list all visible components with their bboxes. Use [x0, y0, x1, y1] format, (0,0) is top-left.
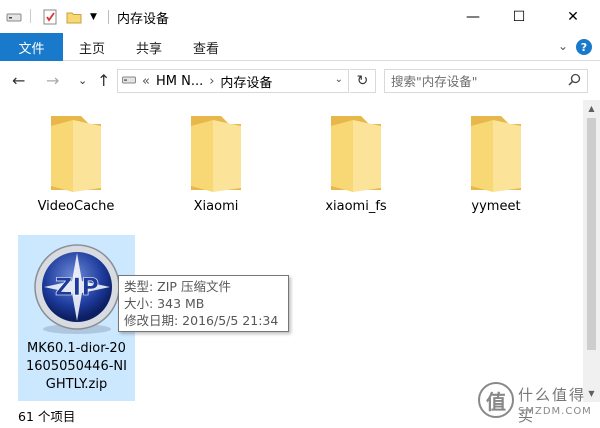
navigation-bar: ← → ⌄ ↑ « HM N... › 内存设备 ⌄ ↻ [0, 62, 600, 100]
tab-file[interactable]: 文件 [0, 33, 63, 61]
watermark-icon: 值 [478, 382, 514, 418]
tooltip-size: 大小: 343 MB [124, 296, 205, 311]
minimize-button[interactable]: — [450, 0, 496, 33]
folder-name: xiaomi_fs [325, 199, 387, 214]
tooltip-type: 类型: ZIP 压缩文件 [124, 279, 231, 294]
breadcrumb-item-device[interactable]: HM N... [156, 74, 203, 89]
close-button[interactable]: ✕ [550, 0, 596, 33]
refresh-button[interactable]: ↻ [350, 69, 376, 93]
zip-icon-label: ZIP [55, 273, 99, 301]
forward-button[interactable]: → [46, 71, 59, 90]
search-input[interactable] [391, 73, 561, 89]
breadcrumb-separator[interactable]: › [209, 74, 214, 89]
address-dropdown-icon[interactable]: ⌄ [335, 74, 343, 85]
recent-locations-icon[interactable]: ⌄ [78, 74, 87, 87]
scroll-up-icon[interactable]: ▲ [583, 100, 600, 117]
search-icon[interactable] [568, 73, 581, 90]
folder-icon [181, 110, 251, 192]
folder-item[interactable]: VideoCache [26, 110, 126, 216]
breadcrumb: « HM N... › 内存设备 [118, 72, 272, 91]
window-title: 内存设备 [117, 12, 170, 27]
ribbon: 文件 主页 共享 查看 ⌄ ? [0, 33, 600, 61]
tab-home[interactable]: 主页 [79, 33, 105, 61]
folder-icon [321, 110, 391, 192]
watermark-text: 什么值得买 [518, 386, 587, 425]
help-icon[interactable]: ? [576, 39, 592, 55]
tab-share[interactable]: 共享 [136, 33, 162, 61]
folder-item[interactable]: Xiaomi [166, 110, 266, 216]
address-bar[interactable]: « HM N... › 内存设备 ⌄ [117, 69, 349, 93]
file-list: VideoCache Xiaomi xiaomi_fs yymeet ZIP M… [0, 100, 600, 402]
maximize-button[interactable]: ☐ [496, 0, 542, 33]
title-separator [108, 10, 109, 24]
breadcrumb-item-current[interactable]: 内存设备 [220, 72, 272, 91]
folder-name: VideoCache [37, 199, 115, 214]
back-button[interactable]: ← [12, 71, 25, 90]
folder-icon [461, 110, 531, 192]
up-button[interactable]: ↑ [97, 71, 110, 90]
new-folder-icon[interactable] [66, 8, 82, 26]
tab-view[interactable]: 查看 [193, 33, 219, 61]
tooltip-date: 修改日期: 2016/5/5 21:34 [124, 313, 279, 328]
folder-item[interactable]: yymeet [446, 110, 546, 216]
folder-icon [41, 110, 111, 192]
ribbon-expand-icon[interactable]: ⌄ [558, 39, 568, 53]
watermark-subtext: SMZDM.COM [518, 406, 592, 417]
folder-item[interactable]: xiaomi_fs [306, 110, 406, 216]
folder-name: Xiaomi [193, 199, 239, 214]
watermark-logo: 值 什么值得买 SMZDM.COM [478, 380, 600, 428]
folder-name: yymeet [471, 199, 521, 214]
drive-icon [122, 74, 136, 89]
qa-divider [30, 9, 31, 23]
vertical-scrollbar[interactable]: ▲ ▼ [583, 100, 600, 402]
customize-qa-icon[interactable]: ▼ [90, 8, 97, 26]
search-box[interactable] [384, 69, 588, 93]
zip-archive-icon: ZIP [32, 243, 122, 338]
zip-file-name: MK60.1-dior-20 1605050446-NI GHTLY.zip [26, 341, 127, 392]
item-count: 61 个项目 [18, 409, 76, 424]
properties-icon[interactable] [42, 8, 58, 26]
file-tooltip: 类型: ZIP 压缩文件 大小: 343 MB 修改日期: 2016/5/5 2… [118, 275, 289, 332]
title-bar: ▼ 内存设备 — ☐ ✕ [0, 0, 600, 33]
drive-icon [6, 8, 22, 26]
breadcrumb-overflow[interactable]: « [142, 74, 150, 89]
scrollbar-thumb[interactable] [587, 118, 596, 350]
